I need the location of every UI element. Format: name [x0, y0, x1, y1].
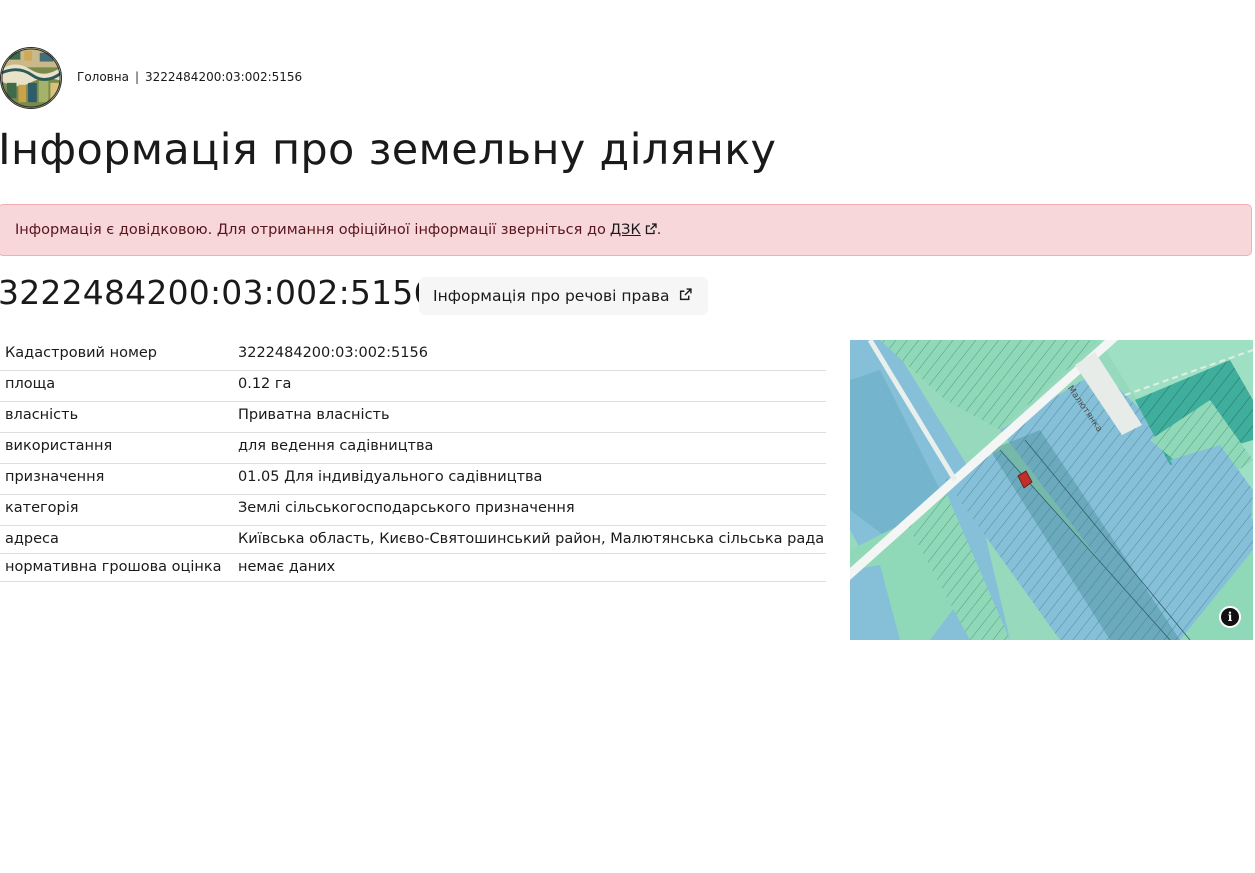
row-key: категорія: [0, 494, 233, 526]
row-key: використання: [0, 432, 233, 464]
map-tiles: [850, 340, 1253, 640]
table-row: адреса Київська область, Києво-Святошинс…: [0, 525, 826, 554]
external-link-icon: [679, 287, 693, 305]
row-key: нормативна грошова оцінка: [0, 553, 233, 582]
row-key: Кадастровий номер: [0, 340, 233, 371]
table-row: площа 0.12 га: [0, 370, 826, 402]
row-value: 3222484200:03:002:5156: [233, 340, 826, 371]
row-key: призначення: [0, 463, 233, 495]
page: Головна | 3222484200:03:002:5156 Інформа…: [0, 0, 1255, 873]
alert-tail: .: [656, 222, 662, 238]
cadastral-number-heading: 3222484200:03:002:5156: [0, 273, 435, 312]
table-row: використання для ведення садівництва: [0, 432, 826, 464]
table-row: призначення 01.05 Для індивідуального са…: [0, 463, 826, 495]
breadcrumb-separator: |: [134, 70, 139, 84]
row-value: для ведення садівництва: [233, 432, 826, 464]
row-key: адреса: [0, 525, 233, 554]
dzk-link[interactable]: ДЗК: [610, 222, 657, 239]
table-row: Кадастровий номер 3222484200:03:002:5156: [0, 340, 826, 371]
disclaimer-alert: Інформація є довідковою. Для отримання о…: [0, 204, 1252, 256]
dzk-link-label: ДЗК: [609, 221, 641, 238]
site-logo[interactable]: [0, 47, 62, 109]
breadcrumb: Головна | 3222484200:03:002:5156: [77, 70, 302, 84]
row-value: Київська область, Києво-Святошинський ра…: [233, 525, 826, 554]
table-row: нормативна грошова оцінка немає даних: [0, 553, 826, 582]
breadcrumb-home-link[interactable]: Головна: [77, 70, 129, 84]
info-icon[interactable]: i: [1219, 606, 1241, 628]
row-value: немає даних: [233, 553, 826, 582]
page-title: Інформація про земельну ділянку: [0, 125, 777, 175]
external-link-icon: [645, 222, 657, 239]
parcel-details-table: Кадастровий номер 3222484200:03:002:5156…: [0, 340, 826, 582]
row-value: 0.12 га: [233, 370, 826, 402]
parcel-map[interactable]: i: [850, 340, 1253, 640]
breadcrumb-current: 3222484200:03:002:5156: [145, 70, 303, 84]
table-row: власність Приватна власність: [0, 401, 826, 433]
property-rights-button-label: Інформація про речові права: [433, 287, 670, 305]
row-key: площа: [0, 370, 233, 402]
row-key: власність: [0, 401, 233, 433]
row-value: 01.05 Для індивідуального садівництва: [233, 463, 826, 495]
row-value: Землі сільськогосподарського призначення: [233, 494, 826, 526]
logo-illustration-icon: [1, 48, 61, 108]
row-value: Приватна власність: [233, 401, 826, 433]
table-row: категорія Землі сільськогосподарського п…: [0, 494, 826, 526]
alert-text: Інформація є довідковою. Для отримання о…: [15, 222, 606, 238]
property-rights-button[interactable]: Інформація про речові права: [419, 277, 709, 315]
